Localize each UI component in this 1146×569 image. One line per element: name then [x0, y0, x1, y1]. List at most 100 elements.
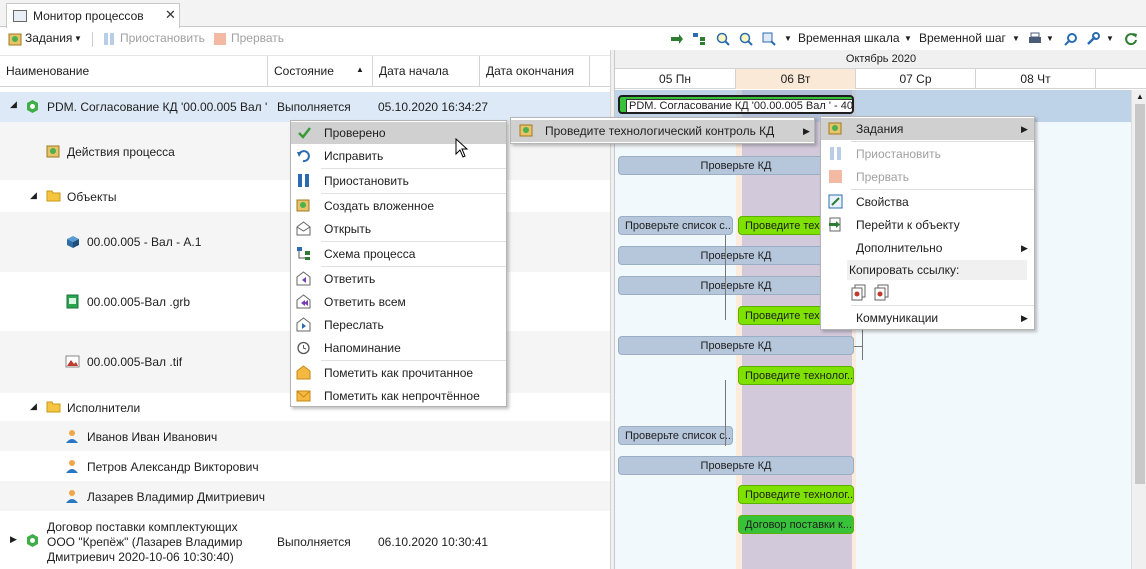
chevron-down-icon[interactable]: ▼ [1012, 34, 1020, 43]
pause-icon [298, 174, 309, 187]
pause-icon [830, 147, 841, 160]
menu-item-go-to-object[interactable]: Перейти к объекту [821, 214, 1034, 236]
table-row[interactable]: Лазарев Владимир Дмитриевич [0, 481, 612, 511]
menu-item-tasks[interactable]: Задания ▶ [821, 118, 1034, 140]
row-name: Иванов Иван Иванович [87, 430, 218, 444]
menu-item-fix[interactable]: Исправить [291, 145, 506, 167]
tasks-menu-button[interactable]: Задания [25, 31, 72, 45]
zoom-out-icon[interactable] [739, 32, 753, 46]
menu-item-abort-disabled[interactable]: Прервать [821, 166, 1034, 188]
gantt-bar-check-kd[interactable]: Проверьте КД [618, 156, 854, 175]
toolbar: Задания ▼ Приостановить Прервать ▼ Време… [0, 28, 1146, 50]
gantt-bar-check-list[interactable]: Проверьте список с... [618, 216, 733, 235]
zoom-fit-icon[interactable] [762, 32, 776, 46]
menu-item-open[interactable]: Открыть [291, 218, 506, 240]
stop-icon [214, 33, 226, 45]
table-row[interactable]: ▶ Договор поставки комплектующих ООО "Кр… [0, 511, 612, 569]
menu-item-checked[interactable]: Проверено [291, 122, 506, 144]
row-state: Выполняется [277, 100, 351, 114]
gantt-bar-check-list[interactable]: Проверьте список с... [618, 426, 733, 445]
submenu-actions: Задания ▶ Приостановить Прервать Свойств… [820, 116, 1035, 330]
tree-icon[interactable] [692, 32, 706, 46]
collapse-arrow-icon[interactable]: ◢ [10, 99, 17, 110]
collapse-arrow-icon[interactable]: ◢ [30, 401, 37, 412]
column-end-date[interactable]: Дата окончания [480, 56, 590, 87]
row-name: Петров Александр Викторович [87, 460, 259, 474]
actions-icon [46, 145, 60, 158]
stop-icon [829, 170, 842, 183]
gantt-bar-main-process[interactable]: PDM. Согласование КД '00.00.005 Вал ' - … [618, 95, 854, 114]
menu-item-suspend[interactable]: Приостановить [291, 170, 506, 192]
column-name[interactable]: Наименование [0, 56, 268, 87]
table-row[interactable]: Иванов Иван Иванович [0, 421, 612, 451]
table-row[interactable]: Петров Александр Викторович [0, 451, 612, 481]
vertical-scrollbar[interactable]: ▲ [1131, 90, 1146, 569]
row-name: Действия процесса [67, 145, 175, 159]
copy-link-alt-icon[interactable] [874, 284, 889, 301]
timestep-menu[interactable]: Временной шаг [919, 31, 1006, 45]
menu-item-tech-control[interactable]: Проведите технологический контроль КД ▶ [511, 120, 814, 142]
gantt-bar-check-kd[interactable]: Проверьте КД [618, 246, 854, 265]
folder-icon [46, 401, 61, 413]
chevron-down-icon[interactable]: ▼ [784, 34, 792, 43]
chevron-down-icon[interactable]: ▼ [1106, 34, 1114, 43]
menu-separator [321, 241, 506, 242]
row-start-date: 06.10.2020 10:30:41 [378, 535, 489, 549]
month-header: Октябрь 2020 [615, 50, 1146, 69]
user-icon [66, 430, 78, 443]
expand-arrow-icon[interactable]: ▶ [10, 534, 17, 545]
column-start-date[interactable]: Дата начала [373, 56, 480, 87]
row-name-line-1: Договор поставки комплектующих [47, 520, 238, 534]
scrollbar-thumb[interactable] [1135, 104, 1145, 484]
scroll-up-icon[interactable]: ▲ [1136, 92, 1144, 101]
alarm-clock-icon [297, 341, 310, 355]
search-icon[interactable] [1064, 32, 1078, 46]
grid-header: Наименование Состояние ▲ Дата начала Дат… [0, 55, 610, 87]
menu-item-communications[interactable]: Коммуникации ▶ [821, 307, 1034, 329]
wrench-icon[interactable] [1086, 32, 1100, 46]
copy-link-icon[interactable] [851, 284, 866, 301]
menu-separator [851, 189, 1034, 190]
menu-item-reply-all[interactable]: Ответить всем [291, 291, 506, 313]
collapse-arrow-icon[interactable]: ◢ [30, 190, 37, 201]
tasks-icon [8, 33, 22, 46]
submenu-arrow-icon: ▶ [1021, 124, 1028, 134]
gantt-bar-check-kd[interactable]: Проверьте КД [618, 276, 854, 295]
gantt-bar-check-kd[interactable]: Проверьте КД [618, 336, 854, 355]
abort-button[interactable]: Прервать [231, 31, 284, 45]
chevron-down-icon[interactable]: ▼ [904, 34, 912, 43]
tab-process-monitor[interactable]: Монитор процессов ✕ [6, 3, 180, 28]
checkmark-icon [298, 127, 311, 139]
gantt-bar-check-kd[interactable]: Проверьте КД [618, 456, 854, 475]
menu-separator [321, 360, 506, 361]
day-header: 06 Вт [736, 69, 856, 89]
menu-item-mark-read[interactable]: Пометить как прочитанное [291, 362, 506, 384]
gantt-connector [854, 346, 862, 347]
menu-item-suspend-disabled[interactable]: Приостановить [821, 143, 1034, 165]
close-icon[interactable]: ✕ [165, 7, 176, 23]
copy-link-label: Копировать ссылку: [849, 263, 960, 277]
menu-item-create-nested[interactable]: Создать вложенное [291, 195, 506, 217]
gantt-bar-contract[interactable]: Договор поставки к... [738, 515, 854, 534]
menu-item-properties[interactable]: Свойства [821, 191, 1034, 213]
envelope-read-icon [296, 365, 311, 380]
goto-icon[interactable] [670, 32, 684, 46]
menu-item-reminder[interactable]: Напоминание [291, 337, 506, 359]
refresh-icon[interactable] [1124, 32, 1138, 46]
chevron-down-icon[interactable]: ▼ [74, 34, 82, 43]
suspend-button[interactable]: Приостановить [120, 31, 205, 45]
gantt-bar-tech-control[interactable]: Проведите технолог... [738, 485, 854, 504]
submenu-tasks: Проведите технологический контроль КД ▶ [510, 117, 815, 144]
gantt-bar-tech-control[interactable]: Проведите технолог... [738, 366, 854, 385]
menu-item-process-scheme[interactable]: Схема процесса [291, 243, 506, 265]
print-icon[interactable] [1028, 32, 1042, 46]
chevron-down-icon[interactable]: ▼ [1046, 34, 1054, 43]
column-state[interactable]: Состояние ▲ [268, 56, 373, 87]
menu-item-mark-unread[interactable]: Пометить как непрочтённое [291, 385, 506, 407]
timescale-menu[interactable]: Временная шкала [798, 31, 900, 45]
menu-item-forward[interactable]: Переслать [291, 314, 506, 336]
zoom-in-icon[interactable] [716, 32, 730, 46]
submenu-arrow-icon: ▶ [803, 126, 810, 136]
menu-item-reply[interactable]: Ответить [291, 268, 506, 290]
menu-item-additional[interactable]: Дополнительно ▶ [821, 237, 1034, 259]
